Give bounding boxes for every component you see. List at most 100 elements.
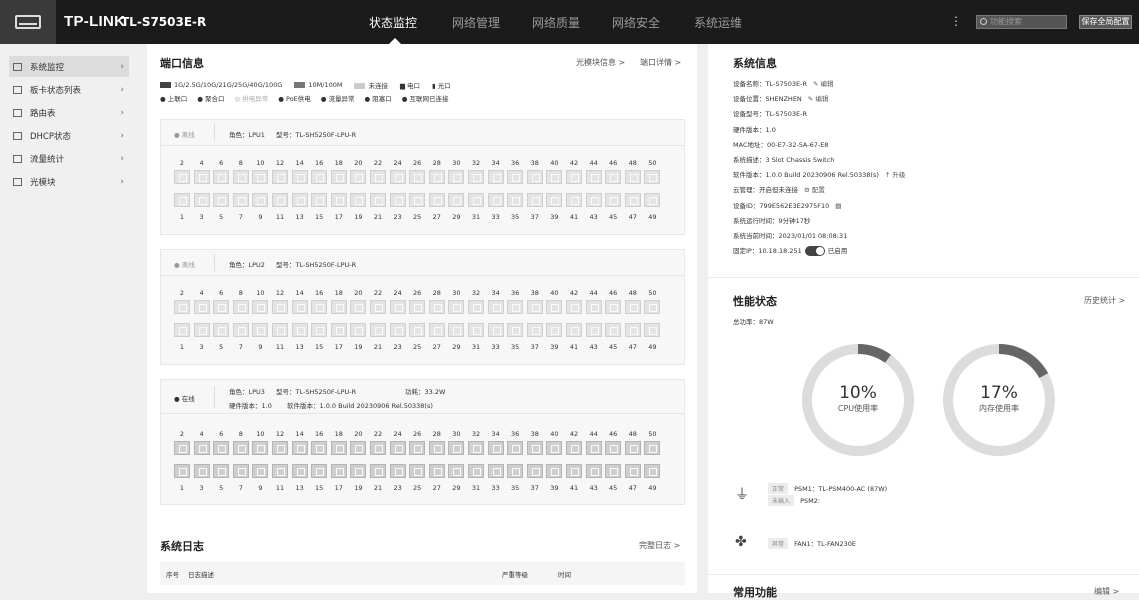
port-icon[interactable] (232, 300, 249, 314)
port-icon[interactable] (213, 170, 230, 184)
port-icon[interactable] (193, 300, 210, 314)
port-icon[interactable] (585, 464, 602, 478)
port-icon[interactable] (409, 441, 426, 455)
port-icon[interactable] (213, 300, 230, 314)
port-icon[interactable] (330, 441, 347, 455)
port-icon[interactable] (330, 170, 347, 184)
optical-module-info-link[interactable]: 光模块信息 > (576, 57, 625, 68)
sidebar-item-optical-module[interactable]: 光模块 › (9, 171, 129, 192)
port-icon[interactable] (389, 441, 406, 455)
port-icon[interactable] (252, 300, 269, 314)
port-icon[interactable] (350, 170, 367, 184)
port-icon[interactable] (566, 300, 582, 314)
port-icon[interactable] (487, 323, 504, 337)
port-icon[interactable] (624, 323, 641, 337)
port-icon[interactable] (272, 441, 288, 455)
port-icon[interactable] (644, 441, 661, 455)
port-icon[interactable] (370, 170, 386, 184)
port-icon[interactable] (468, 464, 484, 478)
port-icon[interactable] (330, 464, 347, 478)
port-icon[interactable] (624, 193, 641, 207)
port-icon[interactable] (350, 464, 367, 478)
port-icon[interactable] (487, 300, 504, 314)
port-icon[interactable] (291, 170, 308, 184)
port-icon[interactable] (213, 193, 230, 207)
port-icon[interactable] (232, 193, 249, 207)
port-icon[interactable] (624, 464, 641, 478)
port-icon[interactable] (428, 464, 445, 478)
sidebar-item-route-table[interactable]: 路由表 › (9, 102, 129, 123)
port-icon[interactable] (468, 193, 484, 207)
port-icon[interactable] (291, 441, 308, 455)
port-icon[interactable] (174, 193, 190, 207)
port-icon[interactable] (546, 170, 563, 184)
port-icon[interactable] (546, 441, 563, 455)
port-icon[interactable] (487, 170, 504, 184)
port-icon[interactable] (232, 441, 249, 455)
edit-common-link[interactable]: 编辑 > (1094, 586, 1119, 597)
port-icon[interactable] (252, 170, 269, 184)
port-icon[interactable] (566, 323, 582, 337)
port-icon[interactable] (174, 464, 190, 478)
port-icon[interactable] (272, 170, 288, 184)
port-icon[interactable] (232, 170, 249, 184)
port-icon[interactable] (193, 441, 210, 455)
port-icon[interactable] (644, 464, 661, 478)
port-icon[interactable] (409, 300, 426, 314)
port-icon[interactable] (311, 441, 328, 455)
port-icon[interactable] (526, 464, 543, 478)
port-icon[interactable] (370, 464, 386, 478)
port-icon[interactable] (272, 300, 288, 314)
port-icon[interactable] (468, 323, 484, 337)
port-icon[interactable] (526, 193, 543, 207)
port-icon[interactable] (291, 323, 308, 337)
port-icon[interactable] (448, 464, 465, 478)
port-icon[interactable] (566, 464, 582, 478)
edit-link[interactable]: ✎ 编辑 (813, 80, 834, 88)
sidebar-item-system-monitor[interactable]: 系统监控 › (9, 56, 129, 77)
port-icon[interactable] (291, 300, 308, 314)
more-menu-icon[interactable]: ⋮ (950, 14, 962, 28)
nav-network-quality[interactable]: 网络质量 (532, 0, 580, 44)
port-icon[interactable] (311, 300, 328, 314)
port-icon[interactable] (252, 441, 269, 455)
port-icon[interactable] (370, 300, 386, 314)
nav-network-security[interactable]: 网络安全 (612, 0, 660, 44)
port-icon[interactable] (566, 193, 582, 207)
port-icon[interactable] (311, 193, 328, 207)
port-icon[interactable] (448, 300, 465, 314)
port-icon[interactable] (546, 300, 563, 314)
full-log-link[interactable]: 完整日志 > (639, 540, 680, 551)
port-icon[interactable] (311, 323, 328, 337)
port-icon[interactable] (585, 300, 602, 314)
port-icon[interactable] (272, 464, 288, 478)
port-icon[interactable] (507, 170, 524, 184)
port-icon[interactable] (193, 323, 210, 337)
port-icon[interactable] (174, 300, 190, 314)
port-icon[interactable] (174, 170, 190, 184)
port-icon[interactable] (566, 441, 582, 455)
port-icon[interactable] (213, 323, 230, 337)
port-icon[interactable] (213, 464, 230, 478)
port-icon[interactable] (213, 441, 230, 455)
port-icon[interactable] (605, 300, 622, 314)
port-icon[interactable] (272, 193, 288, 207)
port-icon[interactable] (330, 193, 347, 207)
port-icon[interactable] (370, 193, 386, 207)
port-icon[interactable] (507, 323, 524, 337)
port-icon[interactable] (428, 170, 445, 184)
port-detail-link[interactable]: 端口详情 > (640, 57, 681, 68)
port-icon[interactable] (624, 300, 641, 314)
port-icon[interactable] (507, 300, 524, 314)
port-icon[interactable] (487, 464, 504, 478)
port-icon[interactable] (389, 170, 406, 184)
port-icon[interactable] (252, 464, 269, 478)
port-icon[interactable] (350, 441, 367, 455)
port-icon[interactable] (566, 170, 582, 184)
port-icon[interactable] (526, 441, 543, 455)
save-config-button[interactable]: 保存全局配置 (1079, 15, 1132, 29)
sidebar-item-dhcp[interactable]: DHCP状态 › (9, 125, 129, 146)
port-icon[interactable] (389, 300, 406, 314)
search-input[interactable]: 功能搜索 (976, 15, 1067, 29)
port-icon[interactable] (409, 464, 426, 478)
